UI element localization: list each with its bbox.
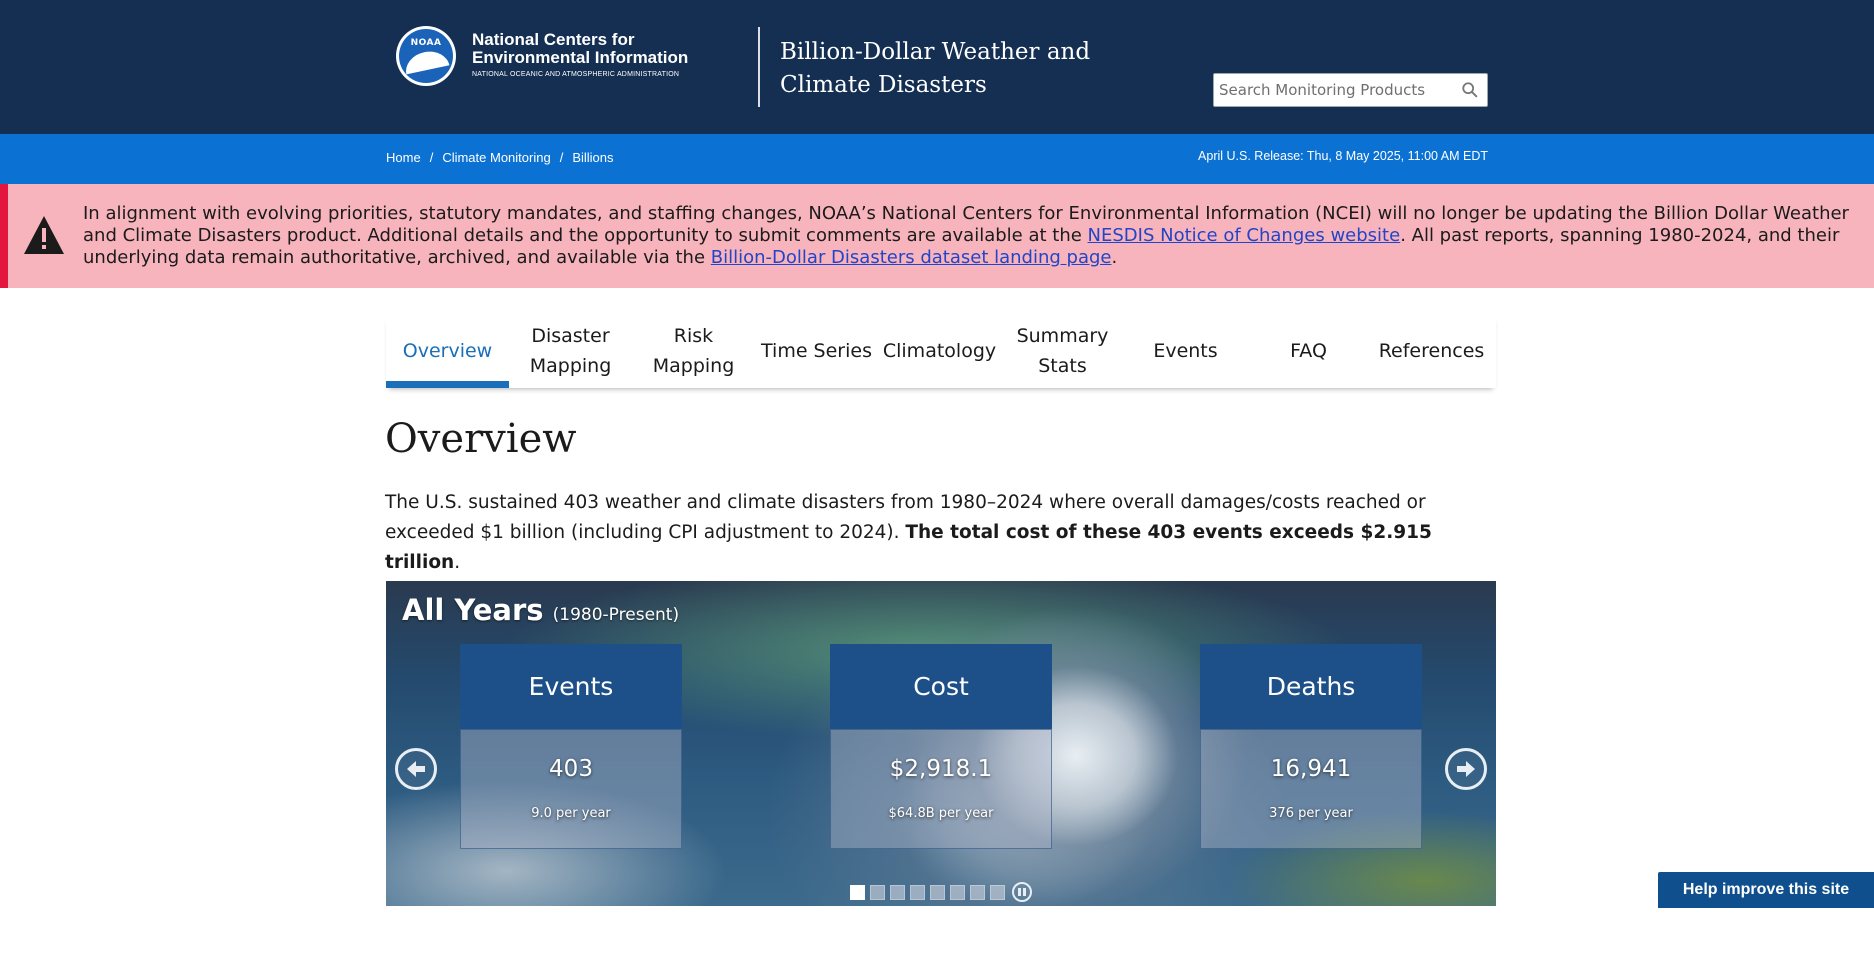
carousel-title: All Years (1980-Present) — [402, 593, 679, 627]
alert-stripe — [0, 184, 8, 288]
stat-card-label: Cost — [830, 644, 1052, 729]
tab-faq[interactable]: FAQ — [1247, 314, 1370, 388]
site-header: NOAA National Centers for Environmental … — [0, 0, 1874, 134]
stat-card-label: Deaths — [1200, 644, 1422, 729]
warning-icon — [24, 216, 64, 254]
carousel-dot[interactable] — [950, 884, 965, 900]
stat-card-value: 403 — [549, 756, 593, 782]
carousel-title-main: All Years — [402, 593, 544, 627]
tab-time-series[interactable]: Time Series — [755, 314, 878, 388]
tab-risk-mapping[interactable]: Risk Mapping — [632, 314, 755, 388]
pause-icon — [1023, 888, 1026, 896]
stat-card-rate: $64.8B per year — [888, 806, 994, 821]
tab-label-line2: Mapping — [652, 355, 735, 377]
alert-text-part3: . — [1111, 247, 1118, 268]
release-date: April U.S. Release: Thu, 8 May 2025, 11:… — [1198, 149, 1488, 163]
breadcrumb-separator: / — [559, 150, 564, 165]
dataset-landing-link[interactable]: Billion-Dollar Disasters dataset landing… — [711, 247, 1112, 268]
stat-card-body: $2,918.1 $64.8B per year — [830, 729, 1052, 849]
search-icon[interactable] — [1461, 81, 1479, 99]
carousel-dot[interactable] — [990, 884, 1005, 900]
tab-label: Time Series — [761, 340, 872, 362]
search-box — [1213, 73, 1488, 107]
stat-card-value: 16,941 — [1270, 756, 1352, 782]
tab-summary-stats[interactable]: Summary Stats — [1001, 314, 1124, 388]
pause-icon — [1018, 888, 1021, 896]
stat-card-value: $2,918.1 — [889, 756, 993, 782]
tab-label: Climatology — [882, 340, 997, 362]
breadcrumb-climate-monitoring[interactable]: Climate Monitoring — [442, 150, 550, 165]
carousel-dot[interactable] — [890, 884, 905, 900]
tab-label-line1: Disaster — [531, 325, 610, 347]
tab-overview[interactable]: Overview — [386, 314, 509, 388]
search-input[interactable] — [1214, 74, 1454, 106]
tab-label: Events — [1153, 340, 1218, 362]
carousel-pagination — [850, 882, 1032, 902]
carousel-pause-button[interactable] — [1012, 882, 1032, 902]
carousel-dot[interactable] — [910, 884, 925, 900]
noaa-logo-text: NOAA — [410, 38, 442, 48]
ncei-logo-link[interactable]: NOAA National Centers for Environmental … — [396, 26, 688, 86]
ncei-wordmark: National Centers for Environmental Infor… — [472, 31, 688, 81]
tab-disaster-mapping[interactable]: Disaster Mapping — [509, 314, 632, 388]
breadcrumb-separator: / — [429, 150, 434, 165]
stat-card-body: 403 9.0 per year — [460, 729, 682, 849]
section-tabs: Overview Disaster Mapping Risk Mapping Tim… — [386, 314, 1496, 388]
breadcrumb-billions[interactable]: Billions — [572, 150, 613, 165]
header-divider — [758, 27, 760, 107]
tab-references[interactable]: References — [1370, 314, 1493, 388]
carousel-title-range: (1980-Present) — [552, 605, 680, 625]
noaa-logo-icon: NOAA — [396, 26, 456, 86]
stat-card-label: Events — [460, 644, 682, 729]
stats-carousel: All Years (1980-Present) Events 403 9.0 … — [386, 581, 1496, 906]
arrow-left-icon — [407, 761, 425, 777]
site-title[interactable]: Billion-Dollar Weather and Climate Disas… — [780, 36, 1100, 102]
carousel-dot[interactable] — [850, 884, 865, 900]
org-name-line1: National Centers for — [472, 30, 635, 49]
stat-card-rate: 9.0 per year — [531, 806, 611, 821]
arrow-right-icon — [1457, 761, 1475, 777]
overview-intro: The U.S. sustained 403 weather and clima… — [385, 488, 1495, 578]
intro-text-end: . — [454, 552, 461, 573]
tab-label-line2: Stats — [1038, 355, 1087, 377]
tab-label: FAQ — [1290, 340, 1327, 362]
tab-label: Overview — [402, 340, 493, 362]
alert-message: In alignment with evolving priorities, s… — [83, 203, 1863, 269]
tab-label: References — [1378, 340, 1485, 362]
carousel-dot[interactable] — [970, 884, 985, 900]
tab-events[interactable]: Events — [1124, 314, 1247, 388]
breadcrumb-home[interactable]: Home — [386, 150, 421, 165]
stat-card-cost: Cost $2,918.1 $64.8B per year — [830, 644, 1052, 849]
tab-label-line1: Summary — [1016, 325, 1109, 347]
carousel-dot[interactable] — [870, 884, 885, 900]
stat-card-rate: 376 per year — [1269, 806, 1353, 821]
help-improve-button[interactable]: Help improve this site — [1658, 872, 1874, 908]
tab-climatology[interactable]: Climatology — [878, 314, 1001, 388]
tab-label-line2: Mapping — [529, 355, 612, 377]
page-title: Overview — [385, 416, 577, 462]
carousel-next-button[interactable] — [1445, 748, 1487, 790]
stat-card-deaths: Deaths 16,941 376 per year — [1200, 644, 1422, 849]
nesdis-notice-link[interactable]: NESDIS Notice of Changes website — [1088, 225, 1401, 246]
breadcrumb: Home / Climate Monitoring / Billions — [386, 150, 614, 165]
sub-header-bar: Home / Climate Monitoring / Billions Apr… — [0, 134, 1874, 184]
stat-card-events: Events 403 9.0 per year — [460, 644, 682, 849]
tab-label-line1: Risk — [673, 325, 714, 347]
stat-card-body: 16,941 376 per year — [1200, 729, 1422, 849]
org-parent-name: NATIONAL OCEANIC AND ATMOSPHERIC ADMINIS… — [472, 71, 680, 78]
alert-banner: In alignment with evolving priorities, s… — [0, 184, 1874, 288]
carousel-dot[interactable] — [930, 884, 945, 900]
carousel-prev-button[interactable] — [395, 748, 437, 790]
org-name-line2: Environmental Information — [472, 48, 689, 67]
